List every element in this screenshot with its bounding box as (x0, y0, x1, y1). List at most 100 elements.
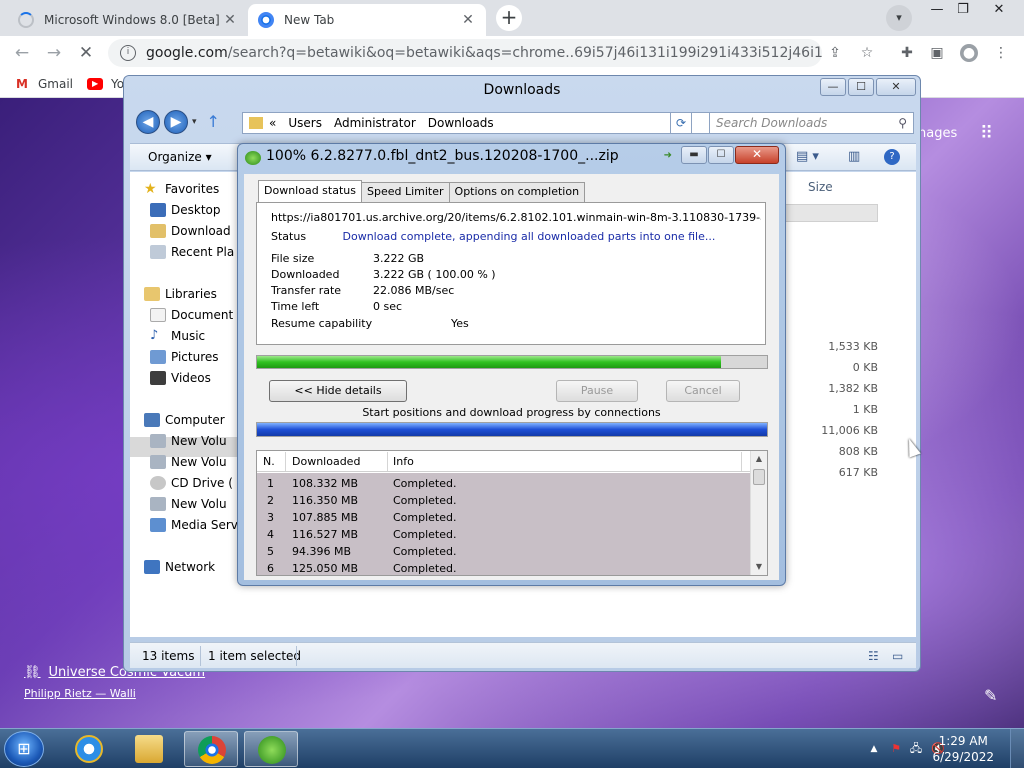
nav-downloads[interactable]: Download (150, 224, 231, 238)
breadcrumb-users[interactable]: Users (288, 116, 322, 130)
site-info-icon[interactable]: i (120, 45, 136, 61)
column-header-n[interactable]: N. (263, 455, 275, 468)
taskbar-internet-explorer[interactable] (62, 731, 116, 767)
breadcrumb-downloads[interactable]: Downloads (428, 116, 494, 130)
action-center-flag-icon[interactable]: ⚑ (888, 741, 904, 757)
help-icon[interactable]: ? (884, 149, 900, 165)
clock[interactable]: 1:29 AM 6/29/2022 (932, 733, 994, 765)
nav-network[interactable]: Network (144, 560, 215, 574)
link-icon: ⛓ (24, 665, 41, 680)
new-tab-button[interactable]: + (496, 5, 522, 31)
nav-media-server[interactable]: Media Serv (150, 518, 238, 532)
restore-button[interactable]: ❐ (948, 0, 978, 22)
nav-computer[interactable]: Computer (144, 413, 225, 427)
column-header-size[interactable]: Size (808, 180, 833, 194)
bookmark-star-icon[interactable]: ☆ (858, 44, 876, 62)
preview-pane-icon[interactable]: ▥ (848, 149, 860, 164)
tab-options-on-completion[interactable]: Options on completion (448, 182, 586, 202)
chevron-down-icon[interactable]: ▾ (192, 110, 197, 134)
close-button[interactable]: ✕ (735, 146, 779, 164)
apps-grid-icon[interactable]: ⠿ (980, 124, 1000, 144)
send-to-tray-icon[interactable]: ➜ (664, 150, 672, 161)
table-row[interactable]: 1 108.332 MB Completed. (257, 475, 751, 492)
column-header-info[interactable]: Info (393, 455, 414, 468)
table-row[interactable]: 3 107.885 MB Completed. (257, 509, 751, 526)
refresh-icon[interactable]: ⟳ (670, 112, 692, 134)
explorer-status-bar: 13 items 1 item selected ☷ ▭ (130, 642, 916, 668)
start-button[interactable]: ⊞ (4, 731, 44, 767)
bookmark-gmail[interactable]: M Gmail (14, 77, 73, 91)
minimize-button[interactable]: — (820, 78, 846, 96)
close-icon[interactable]: ✕ (222, 12, 238, 28)
nav-new-volume-1[interactable]: New Volu (150, 434, 227, 448)
hide-details-button[interactable]: << Hide details (269, 380, 407, 402)
show-desktop-button[interactable] (1010, 729, 1024, 768)
column-header-downloaded[interactable]: Downloaded (292, 455, 360, 468)
file-size: 11,006 KB (821, 424, 878, 437)
explorer-window-controls: — ☐ ✕ (818, 78, 916, 96)
address-bar[interactable]: i google.com/search?q=betawiki&oq=betawi… (108, 39, 822, 67)
nav-new-volume-2[interactable]: New Volu (150, 455, 227, 469)
table-row[interactable]: 4 116.527 MB Completed. (257, 526, 751, 543)
nav-favorites[interactable]: ★ Favorites (144, 182, 219, 196)
details-view-icon[interactable]: ☷ (868, 649, 879, 663)
close-button[interactable]: ✕ (876, 78, 916, 96)
nav-videos[interactable]: Videos (150, 371, 211, 385)
nav-cd-drive[interactable]: CD Drive ( (150, 476, 233, 490)
customize-pencil-icon[interactable]: ✎ (984, 686, 997, 705)
taskbar-chrome[interactable] (184, 731, 238, 767)
profile-icon[interactable]: ● (960, 44, 978, 62)
nav-pictures[interactable]: Pictures (150, 350, 219, 364)
close-window-button[interactable]: ✕ (984, 0, 1014, 22)
folder-icon (249, 117, 263, 129)
nav-music[interactable]: ♪ Music (150, 329, 205, 344)
explorer-search-input[interactable]: Search Downloads ⚲ (709, 112, 914, 134)
maximize-button[interactable]: ☐ (848, 78, 874, 96)
scroll-down-icon[interactable]: ▼ (751, 559, 767, 575)
scroll-up-icon[interactable]: ▲ (751, 451, 767, 467)
chevron-down-icon[interactable]: ▾ (886, 5, 912, 31)
nav-libraries[interactable]: Libraries (144, 287, 217, 301)
breadcrumb-administrator[interactable]: Administrator (334, 116, 416, 130)
tab-new-tab[interactable]: New Tab ✕ (248, 4, 486, 36)
up-arrow-icon[interactable]: ↑ (207, 110, 220, 134)
share-icon[interactable]: ⇪ (826, 44, 844, 62)
tab-speed-limiter[interactable]: Speed Limiter (360, 182, 450, 202)
extensions-icon[interactable]: ✚ (898, 44, 916, 62)
back-button[interactable]: ← (10, 41, 34, 65)
images-link[interactable]: nages (918, 126, 957, 141)
bookmark-youtube[interactable]: ▶ Yo (87, 77, 124, 91)
vertical-scrollbar[interactable]: ▲ ▼ (750, 451, 767, 575)
maximize-button[interactable]: ☐ (708, 146, 734, 164)
tab-betawiki[interactable]: Microsoft Windows 8.0 [Beta] se ✕ (8, 4, 248, 36)
cancel-button[interactable]: Cancel (666, 380, 740, 402)
table-row[interactable]: 5 94.396 MB Completed. (257, 543, 751, 560)
table-row[interactable]: 6 125.050 MB Completed. (257, 560, 751, 575)
scroll-thumb[interactable] (753, 469, 765, 485)
forward-button[interactable]: → (42, 41, 66, 65)
close-icon[interactable]: ✕ (460, 12, 476, 28)
organize-button[interactable]: Organize ▾ (148, 150, 212, 164)
show-hidden-icons-icon[interactable]: ▲ (866, 741, 882, 757)
pause-button[interactable]: Pause (556, 380, 638, 402)
view-options-icon[interactable]: ▤ ▾ (796, 149, 819, 164)
taskbar-internet-download-manager[interactable] (244, 731, 298, 767)
minimize-button[interactable]: ▬ (681, 146, 707, 164)
nav-recent-places[interactable]: Recent Pla (150, 245, 234, 259)
menu-icon[interactable]: ⋮ (992, 44, 1010, 62)
table-row[interactable]: 2 116.350 MB Completed. (257, 492, 751, 509)
large-icons-view-icon[interactable]: ▭ (892, 649, 903, 663)
nav-new-volume-3[interactable]: New Volu (150, 497, 227, 511)
cd-drive-icon (150, 476, 166, 490)
back-arrow-icon[interactable]: ◀ (136, 110, 160, 134)
taskbar-file-explorer[interactable] (122, 731, 176, 767)
nav-desktop[interactable]: Desktop (150, 203, 221, 217)
breadcrumb-back[interactable]: « (269, 116, 276, 130)
stop-loading-button[interactable]: ✕ (74, 41, 98, 65)
side-panel-icon[interactable]: ▣ (928, 44, 946, 62)
forward-arrow-icon[interactable]: ▶ (164, 110, 188, 134)
network-icon[interactable]: 🖧 (908, 741, 924, 757)
nav-documents[interactable]: Document (150, 308, 233, 322)
wallpaper-author-link[interactable]: Philipp Rietz — Walli (24, 687, 136, 700)
tab-download-status[interactable]: Download status (258, 180, 362, 202)
